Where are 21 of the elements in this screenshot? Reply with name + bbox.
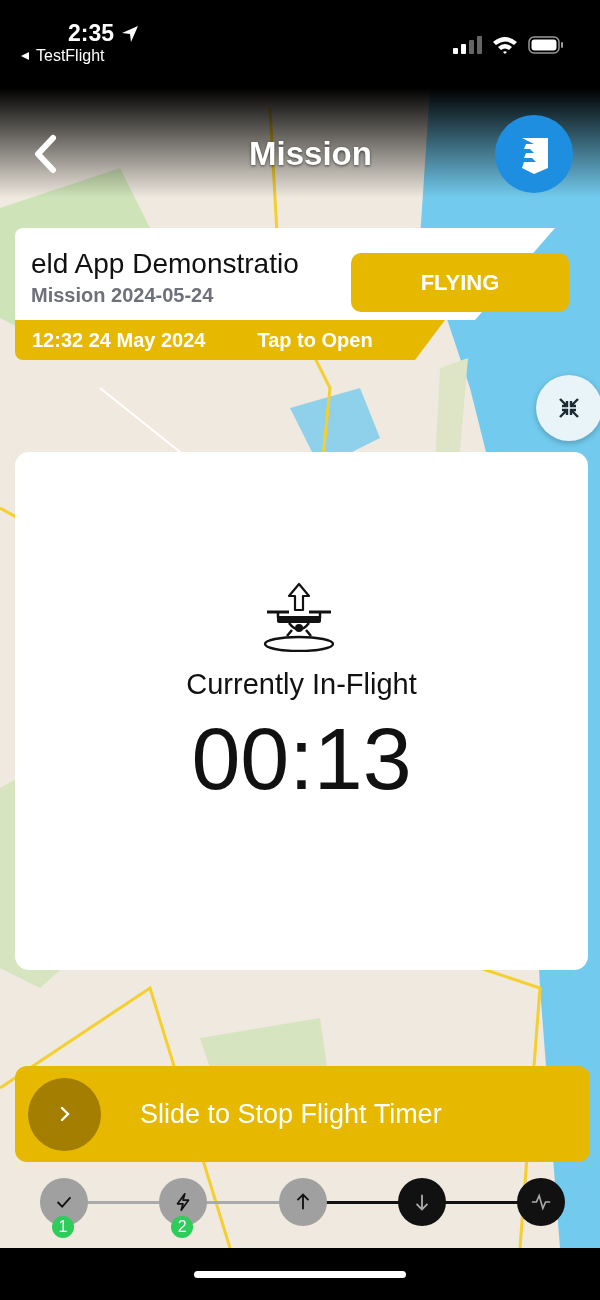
- flight-status-label: Currently In-Flight: [186, 668, 417, 701]
- battery-icon: [528, 35, 564, 55]
- tap-to-open-link[interactable]: Tap to Open: [257, 328, 373, 352]
- wifi-icon: [492, 35, 518, 55]
- mission-date: 12:32 24 May 2024: [32, 328, 206, 352]
- chevron-right-icon: [58, 1106, 71, 1123]
- status-badge: FLYING: [351, 253, 569, 312]
- date-strip[interactable]: 12:32 24 May 2024 Tap to Open: [15, 320, 445, 360]
- mission-subtitle: Mission 2024-05-24: [31, 284, 215, 307]
- slide-to-stop-slider[interactable]: Slide to Stop Flight Timer: [15, 1065, 590, 1163]
- signal-icon: [452, 35, 482, 55]
- mission-name: eld App Demonstratio: [31, 248, 299, 280]
- slider-label: Slide to Stop Flight Timer: [140, 1098, 442, 1130]
- collapse-arrows-icon: [557, 396, 581, 420]
- location-arrow-icon: [120, 23, 141, 44]
- app-logo-icon[interactable]: [494, 114, 574, 194]
- back-app-link[interactable]: TestFlight: [36, 47, 105, 65]
- back-triangle-icon[interactable]: [20, 51, 30, 61]
- clock-time: 2:35: [68, 20, 115, 47]
- flight-timer: 00:13: [191, 715, 412, 803]
- home-indicator[interactable]: [194, 1270, 406, 1278]
